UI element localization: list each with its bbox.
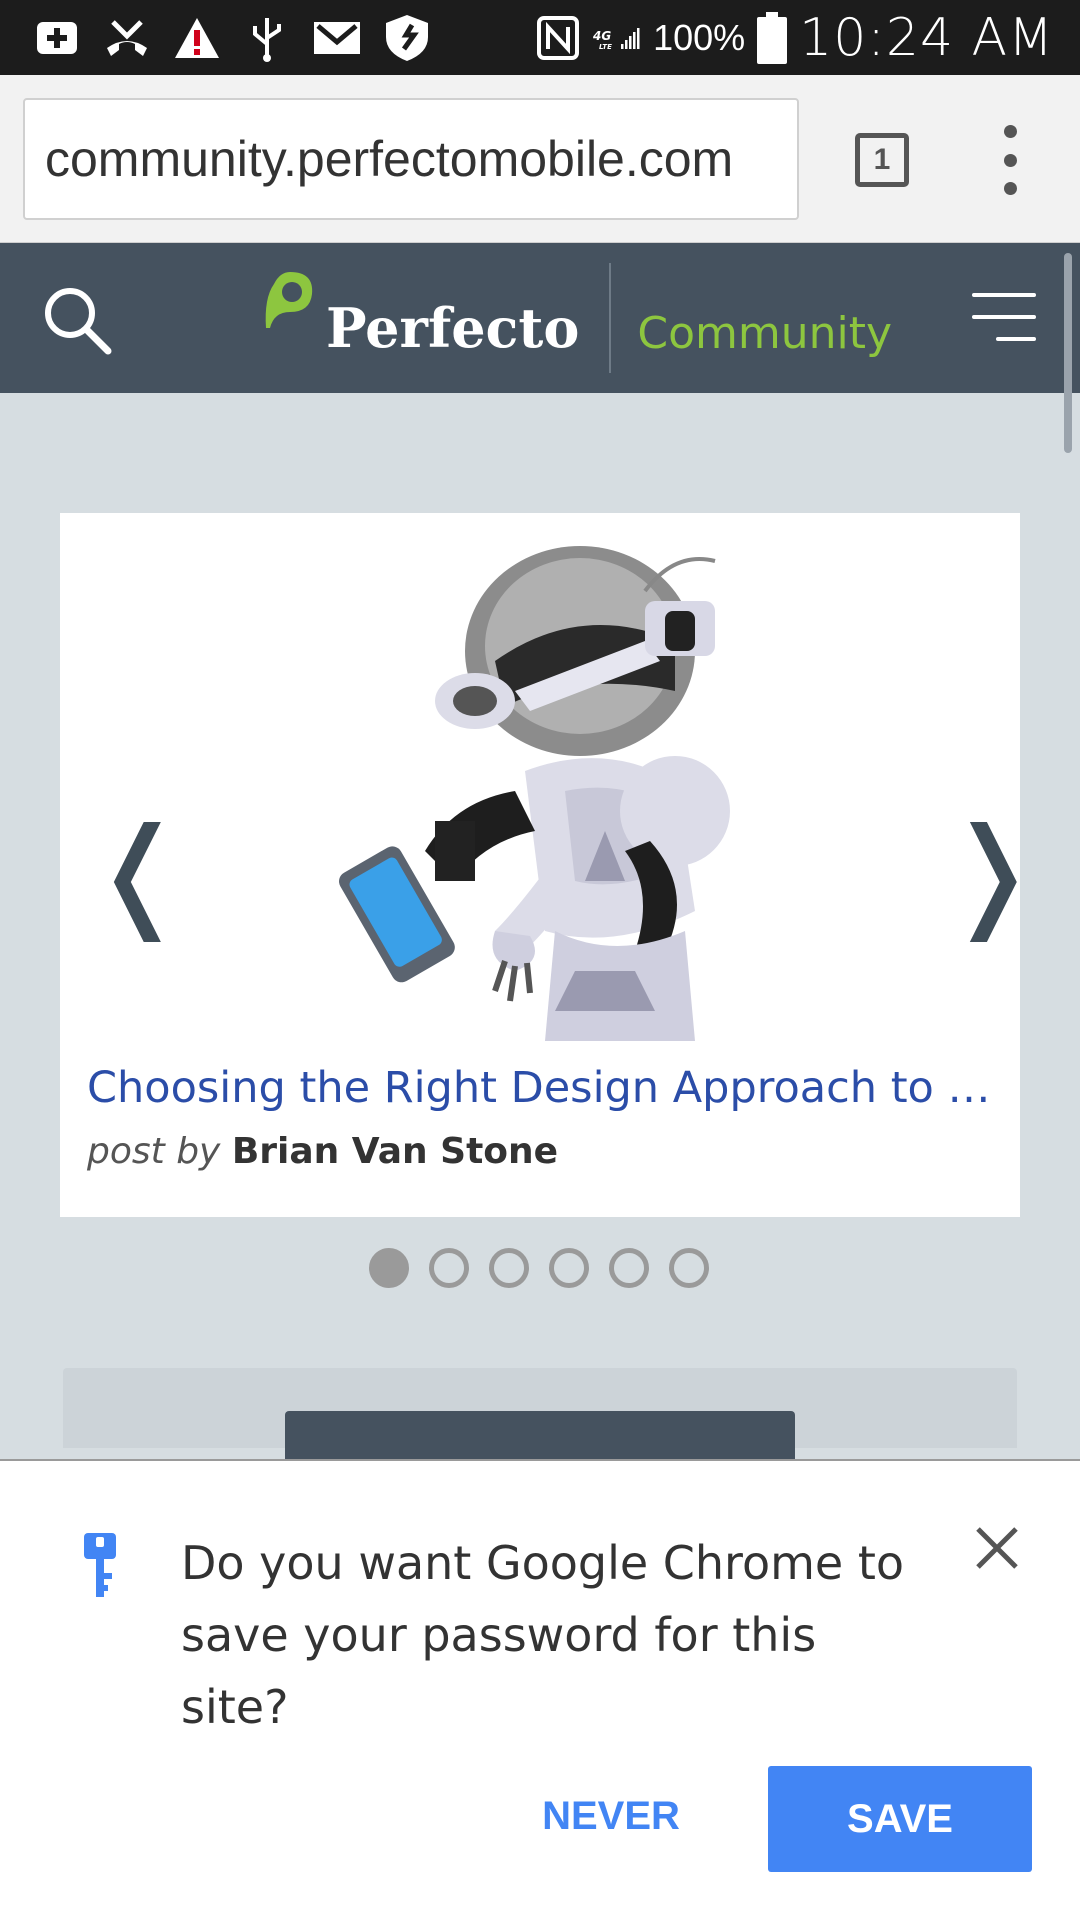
robot-image [339,546,730,1041]
search-icon[interactable] [40,283,115,358]
nfc-icon [533,13,583,63]
key-icon [84,1533,116,1597]
logo-community-text: Community [637,307,893,359]
save-password-infobar: Do you want Google Chrome to save your p… [0,1459,1080,1920]
pager-dot[interactable] [669,1248,709,1288]
site-logo[interactable]: Perfecto Community [260,263,892,373]
shield-icon [382,13,432,63]
page-scrollbar[interactable] [1064,253,1072,453]
gmail-icon [312,13,362,63]
byline-author[interactable]: Brian Van Stone [232,1131,558,1172]
tab-switcher-button[interactable]: 1 [855,133,909,187]
battery-percent: 100% [653,16,746,58]
close-icon[interactable] [972,1523,1022,1573]
pager-dot[interactable] [489,1248,529,1288]
missed-call-icon [102,13,152,63]
add-icon [32,13,82,63]
logo-divider [609,263,612,373]
pager-dot[interactable] [429,1248,469,1288]
site-header: Perfecto Community [0,243,1080,393]
pager-dot[interactable] [369,1248,409,1288]
signal-icon: 4G LTE [593,13,643,63]
carousel-next-arrow[interactable]: ❭ [942,813,1020,933]
overflow-menu-icon[interactable] [995,125,1025,195]
svg-text:4G: 4G [593,29,611,43]
usb-icon [242,13,292,63]
article-title-link[interactable]: Choosing the Right Design Approach to Au… [87,1063,1007,1113]
save-button[interactable]: SAVE [768,1766,1032,1872]
carousel-pager [369,1248,709,1288]
perfecto-leaf-icon [265,272,313,328]
carousel-prev-arrow[interactable]: ❬ [88,813,189,933]
url-text: community.perfectomobile.com [45,131,734,187]
byline-prefix: post by [87,1131,221,1172]
section-header-bar [285,1411,795,1461]
status-bar: 4G LTE 100% 10:24 AM [0,0,1080,75]
pager-dot[interactable] [609,1248,649,1288]
save-password-message: Do you want Google Chrome to save your p… [181,1536,905,1734]
browser-toolbar: community.perfectomobile.com 1 [0,75,1080,243]
svg-text:LTE: LTE [599,43,612,51]
logo-text: Perfecto [326,296,580,360]
pager-dot[interactable] [549,1248,589,1288]
carousel-slide[interactable]: ❬ ❭ Choosing the Right Design Approach t… [60,513,1020,1217]
battery-icon [755,11,789,64]
article-byline: post by Brian Van Stone [87,1131,558,1172]
warning-icon [172,13,222,63]
url-bar[interactable]: community.perfectomobile.com [23,98,799,220]
hamburger-menu-icon[interactable] [972,293,1036,341]
clock: 10:24 AM [799,7,1054,68]
never-button[interactable]: NEVER [520,1766,702,1866]
tab-count: 1 [873,143,891,176]
